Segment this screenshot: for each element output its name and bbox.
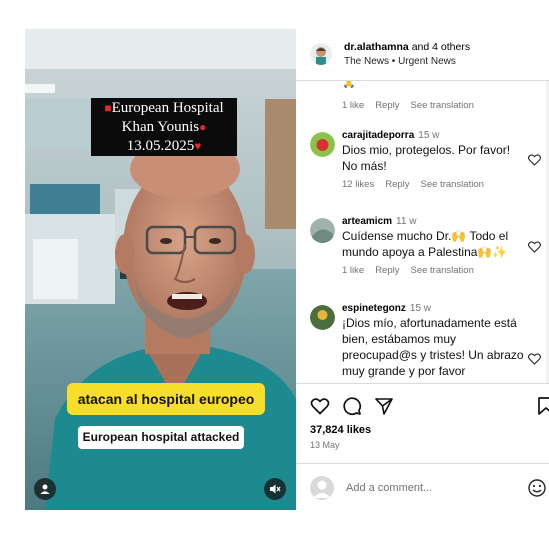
caption-english: European hospital attacked <box>78 426 244 449</box>
reply-link[interactable]: Reply <box>375 265 399 276</box>
header-username[interactable]: dr.alathamna <box>344 41 409 53</box>
alarm-icon: ■ <box>104 101 112 115</box>
commenter-username[interactable]: espinetegonz <box>342 303 406 314</box>
header-audio-label[interactable]: The News • Urgent News <box>344 56 456 67</box>
commenter-avatar[interactable] <box>310 218 335 243</box>
post-date: 13 May <box>310 440 340 450</box>
likes-count[interactable]: 37,824 likes <box>310 424 371 436</box>
video-title-overlay: ■European Hospital Khan Younis● 13.05.20… <box>91 98 237 156</box>
bookmark-icon[interactable] <box>536 396 549 416</box>
caption-spanish: atacan al hospital europeo <box>67 383 265 415</box>
reply-link[interactable]: Reply <box>385 179 409 190</box>
like-heart-icon[interactable] <box>528 353 541 365</box>
title-line-3: 13.05.2025 <box>126 138 195 154</box>
like-heart-icon[interactable] <box>528 241 541 253</box>
commenter-avatar[interactable] <box>310 132 335 157</box>
avatar-image-icon <box>310 132 335 157</box>
title-line-2: Khan Younis <box>121 119 200 135</box>
comment-input[interactable] <box>346 479 516 497</box>
commenter-username[interactable]: carajitadeporra <box>342 130 414 141</box>
comment-likes[interactable]: 12 likes <box>342 179 374 190</box>
broken-heart-icon: ♥ <box>194 139 202 153</box>
comment-time: 11 w <box>396 216 417 227</box>
mute-button[interactable] <box>264 478 286 500</box>
comment-time: 15 w <box>418 130 440 141</box>
heart-icon[interactable] <box>310 396 330 416</box>
comment-text: Dios mio, protegelos. Por favor! No más! <box>342 143 511 173</box>
emoji-icon[interactable] <box>527 478 547 498</box>
user-icon <box>40 484 50 494</box>
speaker-muted-icon <box>270 484 281 494</box>
add-comment-bar <box>296 463 549 510</box>
comment-meta: 1 like Reply See translation <box>342 100 485 111</box>
avatar-image-icon <box>310 305 335 330</box>
post-header: dr.alathamna and 4 others The News • Urg… <box>296 29 549 81</box>
tagged-users-button[interactable] <box>34 478 56 500</box>
praying-hands-icon: 🙏 <box>342 81 356 89</box>
default-user-icon <box>313 480 331 498</box>
avatar[interactable] <box>310 43 332 65</box>
post-actions: 37,824 likes 13 May <box>296 383 549 463</box>
comment-icon[interactable] <box>342 396 362 416</box>
see-translation-link[interactable]: See translation <box>410 100 473 111</box>
header-collaborators[interactable]: and 4 others <box>409 41 470 53</box>
like-heart-icon[interactable] <box>528 154 541 166</box>
reply-link[interactable]: Reply <box>375 100 399 111</box>
avatar-image-icon <box>310 218 335 243</box>
comment-likes[interactable]: 1 like <box>342 100 364 111</box>
comment-time: 15 w <box>409 303 432 314</box>
title-line-1: European Hospital <box>111 100 224 116</box>
post-side-panel: dr.alathamna and 4 others The News • Urg… <box>296 29 549 510</box>
video-player[interactable]: ■European Hospital Khan Younis● 13.05.20… <box>25 29 296 510</box>
pin-icon: ● <box>199 120 207 134</box>
commenter-username[interactable]: arteamicm <box>342 216 392 227</box>
comments-list[interactable]: 🙏 1 like Reply See translation carajitadep… <box>296 81 549 383</box>
see-translation-link[interactable]: See translation <box>421 179 484 190</box>
commenter-avatar[interactable] <box>310 305 335 330</box>
see-translation-link[interactable]: See translation <box>410 265 473 276</box>
comment-text: Cuídense mucho Dr.🙌 Todo el mundo apoya … <box>342 229 509 259</box>
avatar-illustration-icon <box>316 47 326 65</box>
comment-text: ¡Dios mío, afortunadamente está bien, es… <box>342 316 524 378</box>
share-icon[interactable] <box>374 396 394 416</box>
avatar <box>310 476 334 500</box>
comment-likes[interactable]: 1 like <box>342 265 364 276</box>
